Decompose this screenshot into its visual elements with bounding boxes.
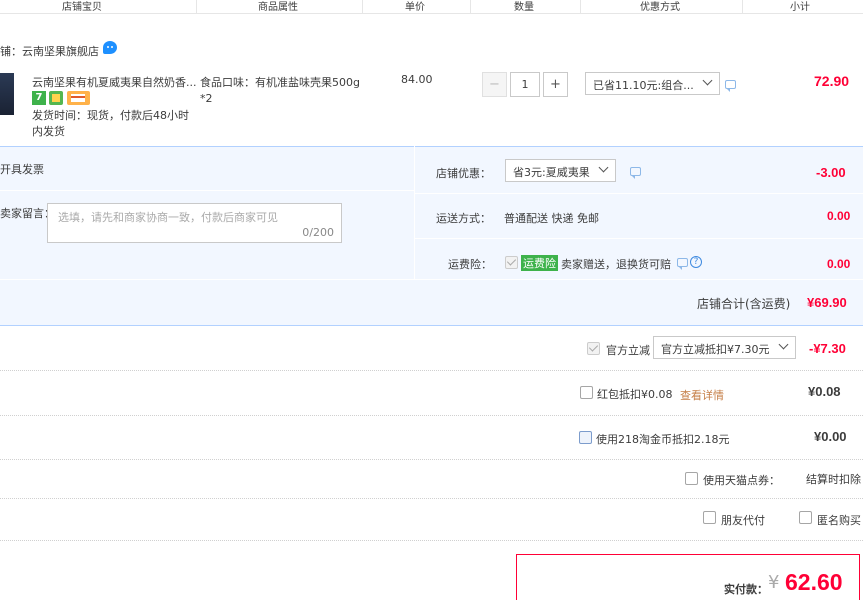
- chevron-down-icon: [702, 75, 713, 86]
- shop-discount-chat-icon[interactable]: [630, 167, 641, 179]
- insurance-label: 运费险：: [448, 258, 492, 271]
- message-counter: 0/200: [302, 226, 334, 239]
- red-packet-label: 红包抵扣¥0.08: [597, 388, 673, 401]
- official-discount-value: 官方立减抵扣¥7.30元: [661, 343, 770, 356]
- divider: [0, 415, 863, 416]
- shop-discount-select[interactable]: 省3元:夏威夷果: [505, 159, 616, 182]
- shipping-amount: 0.00: [827, 209, 851, 223]
- divider: [0, 498, 863, 499]
- anonymous-label: 匿名购买: [817, 514, 861, 527]
- table-header: 店铺宝贝 商品属性 单价 数量 优惠方式 小计: [0, 0, 863, 14]
- quantity-stepper[interactable]: − 1 +: [482, 72, 568, 97]
- header-attr: 商品属性: [258, 2, 298, 13]
- product-attribute-qty: *2: [200, 92, 213, 105]
- product-title[interactable]: 云南坚果有机夏威夷果自然奶香...: [32, 74, 197, 90]
- shop-discount-label: 店铺优惠：: [436, 167, 491, 180]
- insurance-desc: 卖家赠送，退换货可赔: [561, 258, 671, 271]
- official-discount-label: 官方立减: [606, 344, 650, 357]
- qty-minus-button[interactable]: −: [482, 72, 507, 97]
- payment-currency: ¥: [768, 572, 780, 593]
- payment-box: 实付款： ¥ 62.60: [516, 554, 860, 600]
- promo-select[interactable]: 已省11.10元:组合...: [585, 72, 720, 95]
- red-packet-checkbox[interactable]: [580, 386, 593, 399]
- qty-input[interactable]: 1: [510, 72, 540, 97]
- taobao-coins-label: 使用218淘金币抵扣2.18元: [596, 433, 730, 446]
- item-subtotal: 72.90: [814, 73, 850, 89]
- friend-pay-label: 朋友代付: [721, 514, 765, 527]
- friend-pay-checkbox[interactable]: [703, 511, 716, 524]
- red-packet-amount: ¥0.08: [808, 384, 841, 399]
- official-discount-select[interactable]: 官方立减抵扣¥7.30元: [653, 336, 796, 359]
- product-image[interactable]: [0, 73, 14, 115]
- insurance-chat-icon[interactable]: [677, 258, 688, 270]
- divider: [0, 459, 863, 460]
- shop-name[interactable]: 铺：云南坚果旗舰店: [0, 43, 99, 59]
- payment-label: 实付款：: [724, 583, 768, 596]
- chevron-down-icon: [598, 162, 609, 173]
- header-item: 店铺宝贝: [62, 2, 102, 13]
- header-promo: 优惠方式: [640, 2, 680, 13]
- invoice-label[interactable]: 开具发票: [0, 161, 44, 177]
- chevron-down-icon: [778, 339, 789, 350]
- unit-price: 84.00: [401, 73, 433, 86]
- message-placeholder: 选填，请先和商家协商一致，付款后商家可见: [58, 211, 278, 224]
- tmall-points-value: 结算时扣除: [806, 473, 861, 486]
- panel-divider: [414, 146, 415, 279]
- badge-card-icon: [67, 91, 90, 105]
- shop-chat-icon[interactable]: [103, 41, 117, 54]
- badge-store-icon: [49, 91, 63, 105]
- shop-discount-value: 省3元:夏威夷果: [513, 166, 590, 179]
- shop-total-label: 店铺合计(含运费): [697, 297, 791, 311]
- insurance-amount: 0.00: [827, 257, 851, 271]
- taobao-coins-checkbox[interactable]: [579, 431, 592, 444]
- message-field[interactable]: 选填，请先和商家协商一致，付款后商家可见 0/200: [47, 203, 342, 243]
- panel-line: [0, 190, 414, 191]
- panel-line: [0, 279, 863, 280]
- qty-plus-button[interactable]: +: [543, 72, 568, 97]
- promo-select-value: 已省11.10元:组合...: [593, 79, 694, 92]
- header-subtotal: 小计: [790, 2, 810, 13]
- header-qty: 数量: [514, 2, 534, 13]
- delivery-time: 发货时间：现货，付款后48小时: [32, 109, 189, 122]
- tmall-points-label: 使用天猫点券：: [703, 474, 780, 487]
- official-discount-checkbox[interactable]: [587, 342, 600, 355]
- badge-7-icon: 7: [32, 91, 46, 105]
- insurance-tag: 运费险: [521, 255, 558, 271]
- tmall-points-checkbox[interactable]: [685, 472, 698, 485]
- shop-discount-amount: -3.00: [816, 165, 846, 180]
- shop-total-amount: ¥69.90: [807, 295, 847, 310]
- shipping-label: 运送方式：: [436, 212, 491, 225]
- panel-line: [415, 193, 863, 194]
- taobao-coins-amount: ¥0.00: [814, 429, 847, 444]
- divider: [0, 370, 863, 371]
- question-icon[interactable]: ?: [690, 256, 702, 268]
- panel-line: [415, 238, 863, 239]
- product-attribute: 食品口味：有机准盐味壳果500g: [200, 76, 360, 89]
- shipping-value: 普通配送 快递 免邮: [504, 212, 599, 225]
- red-packet-details-link[interactable]: 查看详情: [680, 387, 724, 403]
- promo-chat-icon[interactable]: [725, 80, 736, 92]
- insurance-checkbox[interactable]: [505, 256, 518, 269]
- payment-amount: 62.60: [785, 569, 843, 595]
- header-price: 单价: [405, 2, 425, 13]
- official-discount-amount: -¥7.30: [809, 341, 846, 356]
- delivery-time-2: 内发货: [32, 125, 65, 138]
- anonymous-checkbox[interactable]: [799, 511, 812, 524]
- divider: [0, 540, 863, 541]
